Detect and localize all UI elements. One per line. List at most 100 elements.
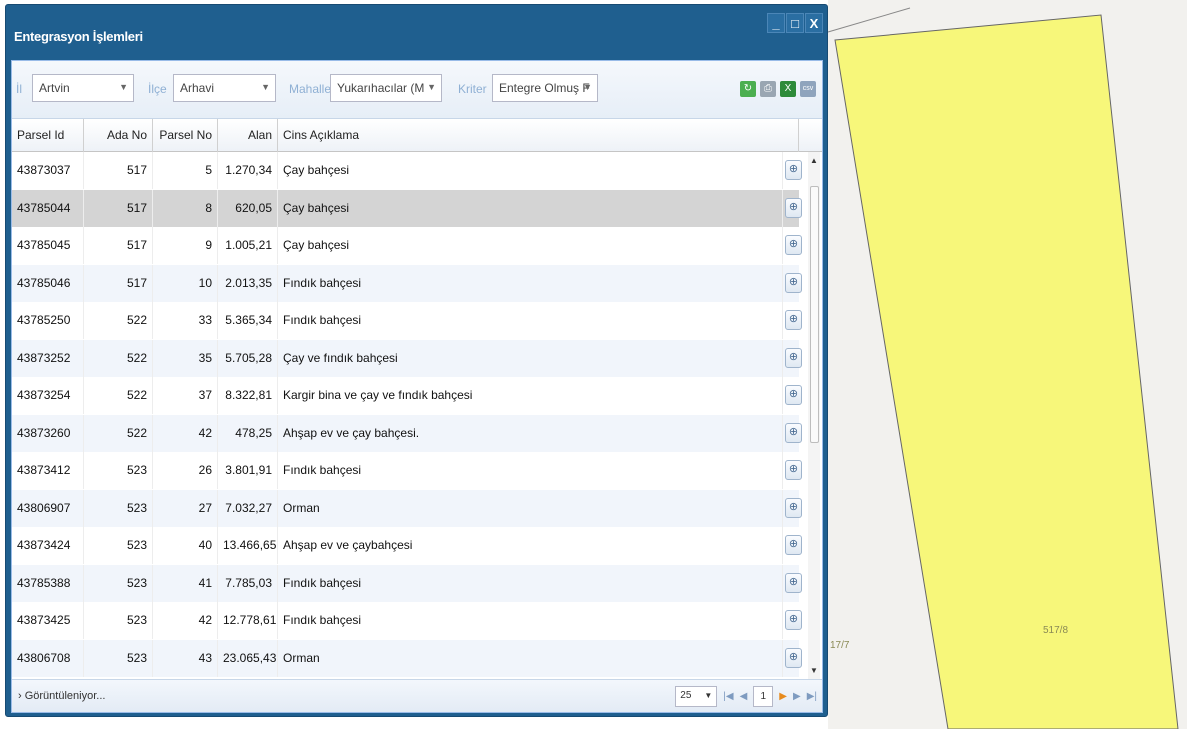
csv-export-icon[interactable]: csv [800, 81, 816, 97]
cell-ada-no: 517 [84, 189, 153, 227]
first-page-icon[interactable]: |◀ [723, 691, 733, 702]
cell-parsel-no: 26 [153, 452, 218, 489]
cell-parsel-id: 43785044 [12, 189, 84, 227]
zoom-to-parcel-icon[interactable]: ⊕ [785, 572, 802, 593]
cell-parsel-id: 43873424 [12, 527, 84, 564]
cell-ada-no: 523 [84, 489, 153, 527]
kriter-select[interactable]: Entegre Olmuş F ▼ [492, 74, 598, 102]
table-row[interactable]: 43873252 522 35 5.705,28 Çay ve fındık bahçe… [12, 339, 802, 377]
minimize-button[interactable]: _ [767, 13, 785, 33]
column-header-alan[interactable]: Alan [218, 119, 278, 152]
table-row[interactable]: 43873037 517 5 1.270,34 Çay bahçesi ⊕ [12, 152, 802, 190]
zoom-to-parcel-icon[interactable]: ⊕ [785, 647, 802, 668]
table-row[interactable]: 43785045 517 9 1.005,21 Çay bahçesi ⊕ [12, 227, 802, 265]
table-row[interactable]: 43873412 523 26 3.801,91 Fındık bahçesi ⊕ [12, 452, 802, 490]
cell-parsel-no: 27 [153, 489, 218, 527]
table-row[interactable]: 43785046 517 10 2.013,35 Fındık bahçesi ⊕ [12, 264, 802, 302]
zoom-to-parcel-icon[interactable]: ⊕ [785, 422, 802, 443]
ilce-select[interactable]: Arhavi ▼ [173, 74, 276, 102]
table-row[interactable]: 43785044 517 8 620,05 Çay bahçesi ⊕ [12, 189, 802, 227]
print-icon[interactable]: ⎙ [760, 81, 776, 97]
kriter-select-value: Entegre Olmuş F [499, 81, 590, 95]
cell-parsel-id: 43873260 [12, 414, 84, 452]
page-number-input[interactable]: 1 [753, 686, 774, 707]
cell-cins-aciklama: Orman [278, 639, 783, 677]
mahalle-select[interactable]: Yukarıhacılar (M ▼ [330, 74, 442, 102]
chevron-down-icon: ▼ [427, 82, 436, 92]
chevron-down-icon: ▼ [583, 82, 592, 92]
table-row[interactable]: 43806708 523 43 23.065,43 Orman ⊕ [12, 639, 802, 677]
il-select[interactable]: Artvin ▼ [32, 74, 134, 102]
cell-ada-no: 523 [84, 602, 153, 639]
window-titlebar[interactable]: Entegrasyon İşlemleri _ □ X [6, 5, 827, 60]
cell-alan: 5.365,34 [218, 302, 278, 339]
previous-page-icon[interactable]: ◀ [740, 691, 748, 702]
column-header-cins-aciklama[interactable]: Cins Açıklama [278, 119, 799, 152]
next-page-highlight-icon[interactable]: ▶ [779, 691, 787, 702]
cell-cins-aciklama: Fındık bahçesi [278, 264, 783, 302]
page-size-value: 25 [680, 690, 692, 701]
cell-parsel-id: 43873425 [12, 602, 84, 639]
window-title: Entegrasyon İşlemleri [14, 29, 143, 44]
cell-cins-aciklama: Fındık bahçesi [278, 302, 783, 339]
kriter-label: Kriter [458, 82, 487, 96]
column-header-parsel-id[interactable]: Parsel Id [12, 119, 84, 152]
cell-alan: 12.778,61 [218, 602, 278, 639]
table-row[interactable]: 43806907 523 27 7.032,27 Orman ⊕ [12, 489, 802, 527]
next-page-icon[interactable]: ▶ [793, 691, 801, 702]
scrollbar-thumb[interactable] [810, 186, 819, 443]
grid-scrollbar[interactable]: ▲ ▼ [808, 152, 820, 679]
zoom-to-parcel-icon[interactable]: ⊕ [785, 197, 802, 218]
table-row[interactable]: 43873260 522 42 478,25 Ahşap ev ve çay bahçe… [12, 414, 802, 452]
scroll-down-icon[interactable]: ▼ [810, 666, 818, 675]
cell-parsel-id: 43806708 [12, 639, 84, 677]
chevron-down-icon: ▼ [704, 691, 713, 700]
integration-window: Entegrasyon İşlemleri _ □ X İl Artvin ▼ … [5, 4, 828, 717]
cell-parsel-no: 40 [153, 527, 218, 564]
scroll-up-icon[interactable]: ▲ [810, 156, 818, 165]
cell-parsel-no: 35 [153, 339, 218, 377]
cell-alan: 13.466,65 [218, 527, 278, 564]
refresh-icon[interactable]: ↻ [740, 81, 756, 97]
zoom-to-parcel-icon[interactable]: ⊕ [785, 535, 802, 555]
last-page-icon[interactable]: ▶| [807, 691, 817, 702]
zoom-to-parcel-icon[interactable]: ⊕ [785, 610, 802, 630]
table-row[interactable]: 43873254 522 37 8.322,81 Kargir bina ve çay … [12, 377, 802, 415]
parcel-label: 517/8 [1043, 625, 1069, 636]
cell-ada-no: 522 [84, 302, 153, 339]
zoom-to-parcel-icon[interactable]: ⊕ [785, 272, 802, 293]
table-row[interactable]: 43785388 523 41 7.785,03 Fındık bahçesi ⊕ [12, 564, 802, 602]
column-header-ada-no[interactable]: Ada No [84, 119, 153, 152]
zoom-to-parcel-icon[interactable]: ⊕ [785, 347, 802, 368]
zoom-to-parcel-icon[interactable]: ⊕ [785, 460, 802, 480]
table-row[interactable]: 43873424 523 40 13.466,65 Ahşap ev ve çaybah… [12, 527, 802, 565]
zoom-to-parcel-icon[interactable]: ⊕ [785, 235, 802, 255]
cell-parsel-no: 9 [153, 227, 218, 264]
cell-parsel-no: 43 [153, 639, 218, 677]
cell-parsel-id: 43785250 [12, 302, 84, 339]
zoom-to-parcel-icon[interactable]: ⊕ [785, 385, 802, 405]
cell-ada-no: 517 [84, 152, 153, 189]
cell-parsel-no: 10 [153, 264, 218, 302]
cell-cins-aciklama: Fındık bahçesi [278, 452, 783, 489]
zoom-to-parcel-icon[interactable]: ⊕ [785, 310, 802, 330]
filter-toolbar: İl Artvin ▼ İlçe Arhavi ▼ Mahalle Yukarı… [12, 61, 822, 119]
cell-parsel-no: 8 [153, 189, 218, 227]
close-button[interactable]: X [805, 13, 823, 33]
cell-ada-no: 517 [84, 264, 153, 302]
excel-export-icon[interactable]: X [780, 81, 796, 97]
table-row[interactable]: 43873425 523 42 12.778,61 Fındık bahçesi ⊕ [12, 602, 802, 640]
maximize-button[interactable]: □ [786, 13, 804, 33]
grid-body: 43873037 517 5 1.270,34 Çay bahçesi ⊕ 43785044… [12, 152, 822, 679]
page-size-select[interactable]: 25 ▼ [675, 686, 718, 707]
zoom-to-parcel-icon[interactable]: ⊕ [785, 160, 802, 180]
cell-parsel-id: 43785045 [12, 227, 84, 264]
zoom-to-parcel-icon[interactable]: ⊕ [785, 497, 802, 518]
cell-cins-aciklama: Orman [278, 489, 783, 527]
table-row[interactable]: 43785250 522 33 5.365,34 Fındık bahçesi ⊕ [12, 302, 802, 340]
column-header-parsel-no[interactable]: Parsel No [153, 119, 218, 152]
cell-alan: 620,05 [218, 189, 278, 227]
cell-parsel-id: 43873254 [12, 377, 84, 414]
cell-cins-aciklama: Ahşap ev ve çay bahçesi. [278, 414, 783, 452]
cell-ada-no: 522 [84, 414, 153, 452]
